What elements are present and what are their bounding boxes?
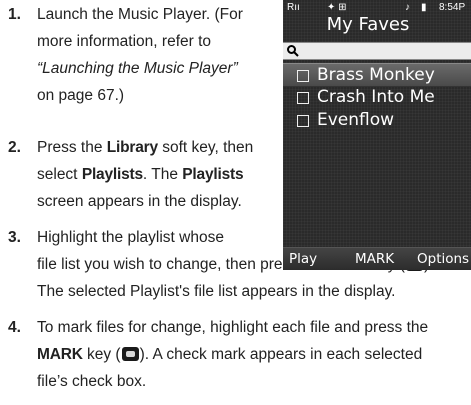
list-item[interactable]: Crash Into Me: [283, 86, 471, 108]
step-2-number: 2.: [8, 139, 21, 156]
step-2-text: Press the Library soft key, then select …: [37, 134, 253, 215]
softkey-bar: Play MARK Options: [283, 247, 471, 270]
clock: 8:54P: [439, 2, 466, 13]
step-3-line-3: The selected Playlist's file list appear…: [37, 283, 396, 300]
step-4-line-2: MARK key (). A check mark appears in eac…: [37, 346, 423, 363]
phone-screen: Rıı ✦ ⊞ ♪ ▮ 8:54P My Faves Brass Monkey …: [283, 0, 471, 270]
music-icon: ♪: [405, 2, 410, 13]
ok-key-icon: [121, 347, 139, 361]
step-2-line-2: select Playlists. The Playlists: [37, 166, 244, 183]
play-softkey[interactable]: Play: [289, 251, 317, 267]
search-icon: [287, 45, 299, 57]
step-1-line-1: Launch the Music Player. (For: [37, 6, 243, 23]
step-2-line-1: Press the Library soft key, then: [37, 139, 254, 156]
list-item-label: Brass Monkey: [317, 65, 435, 85]
list-item-label: Evenflow: [317, 110, 395, 130]
signal-icon: Rıı: [287, 2, 300, 13]
checkbox[interactable]: [297, 92, 309, 104]
options-softkey[interactable]: Options: [417, 251, 469, 267]
screen-title: My Faves: [326, 14, 410, 35]
checkbox[interactable]: [297, 70, 309, 82]
step-4-number: 4.: [8, 319, 21, 336]
list-item[interactable]: Evenflow: [283, 109, 471, 131]
step-1-number: 1.: [8, 6, 21, 23]
step-1-line-2: more information, refer to: [37, 33, 212, 50]
step-3-number: 3.: [8, 229, 21, 246]
step-4-line-1: To mark files for change, highlight each…: [37, 319, 429, 336]
step-1-reference: “Launching the Music Player”: [37, 60, 238, 77]
step-1-line-4: on page 67.): [37, 87, 125, 104]
step-1-text: Launch the Music Player. (For more infor…: [37, 1, 243, 109]
library-softkey-label: Library: [106, 139, 158, 156]
list-item[interactable]: Brass Monkey: [283, 63, 471, 87]
step-4-text: To mark files for change, highlight each…: [37, 314, 428, 395]
mark-softkey[interactable]: MARK: [355, 251, 394, 267]
step-2-line-3: screen appears in the display.: [37, 193, 242, 210]
step-4-line-3: file’s check box.: [37, 373, 147, 390]
status-icons: ✦ ⊞: [327, 2, 347, 13]
search-field[interactable]: [283, 42, 471, 60]
battery-icon: ▮: [421, 2, 427, 13]
checkbox[interactable]: [297, 115, 309, 127]
list-item-label: Crash Into Me: [317, 87, 435, 107]
